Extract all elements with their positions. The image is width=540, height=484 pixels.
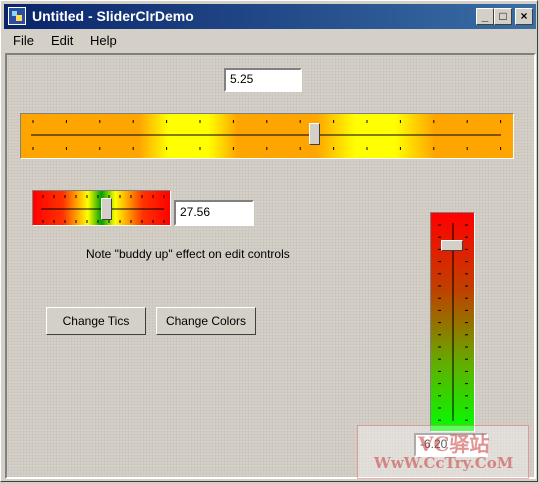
top-slider-track [31,120,502,150]
top-slider-value-field[interactable]: 5.25 [224,68,302,92]
menu-file[interactable]: File [13,33,34,48]
vertical-color-slider[interactable] [430,212,475,432]
top-color-slider[interactable] [20,113,514,159]
watermark-text-cn: VC驿站 [418,432,490,456]
title-bar[interactable]: Untitled - SliderClrDemo _ □ × [4,4,536,29]
watermark-url: WwW.CcTry.CoM [374,454,514,472]
window-title: Untitled - SliderClrDemo [32,8,194,24]
small-slider-value-field[interactable]: 27.56 [174,200,254,226]
buddy-note-label: Note "buddy up" effect on edit controls [86,247,290,261]
app-window: Untitled - SliderClrDemo _ □ × File Edit… [0,0,538,482]
minimize-button[interactable]: _ [476,8,494,25]
menu-help[interactable]: Help [90,33,117,48]
close-button[interactable]: × [515,8,533,25]
top-slider-thumb[interactable] [309,123,320,145]
small-color-slider[interactable] [32,190,171,226]
menu-bar: File Edit Help [4,31,536,51]
app-icon[interactable] [8,7,26,25]
change-tics-button[interactable]: Change Tics [46,307,146,335]
menu-edit[interactable]: Edit [51,33,73,48]
change-colors-button[interactable]: Change Colors [156,307,256,335]
vertical-slider-thumb[interactable] [441,240,463,251]
small-slider-thumb[interactable] [101,198,112,220]
maximize-button[interactable]: □ [494,8,512,25]
watermark-logo: VC驿站 WwW.CcTry.CoM [357,425,529,479]
client-area: 5.25 27.56 Note "buddy up" effect on edi… [5,53,536,479]
